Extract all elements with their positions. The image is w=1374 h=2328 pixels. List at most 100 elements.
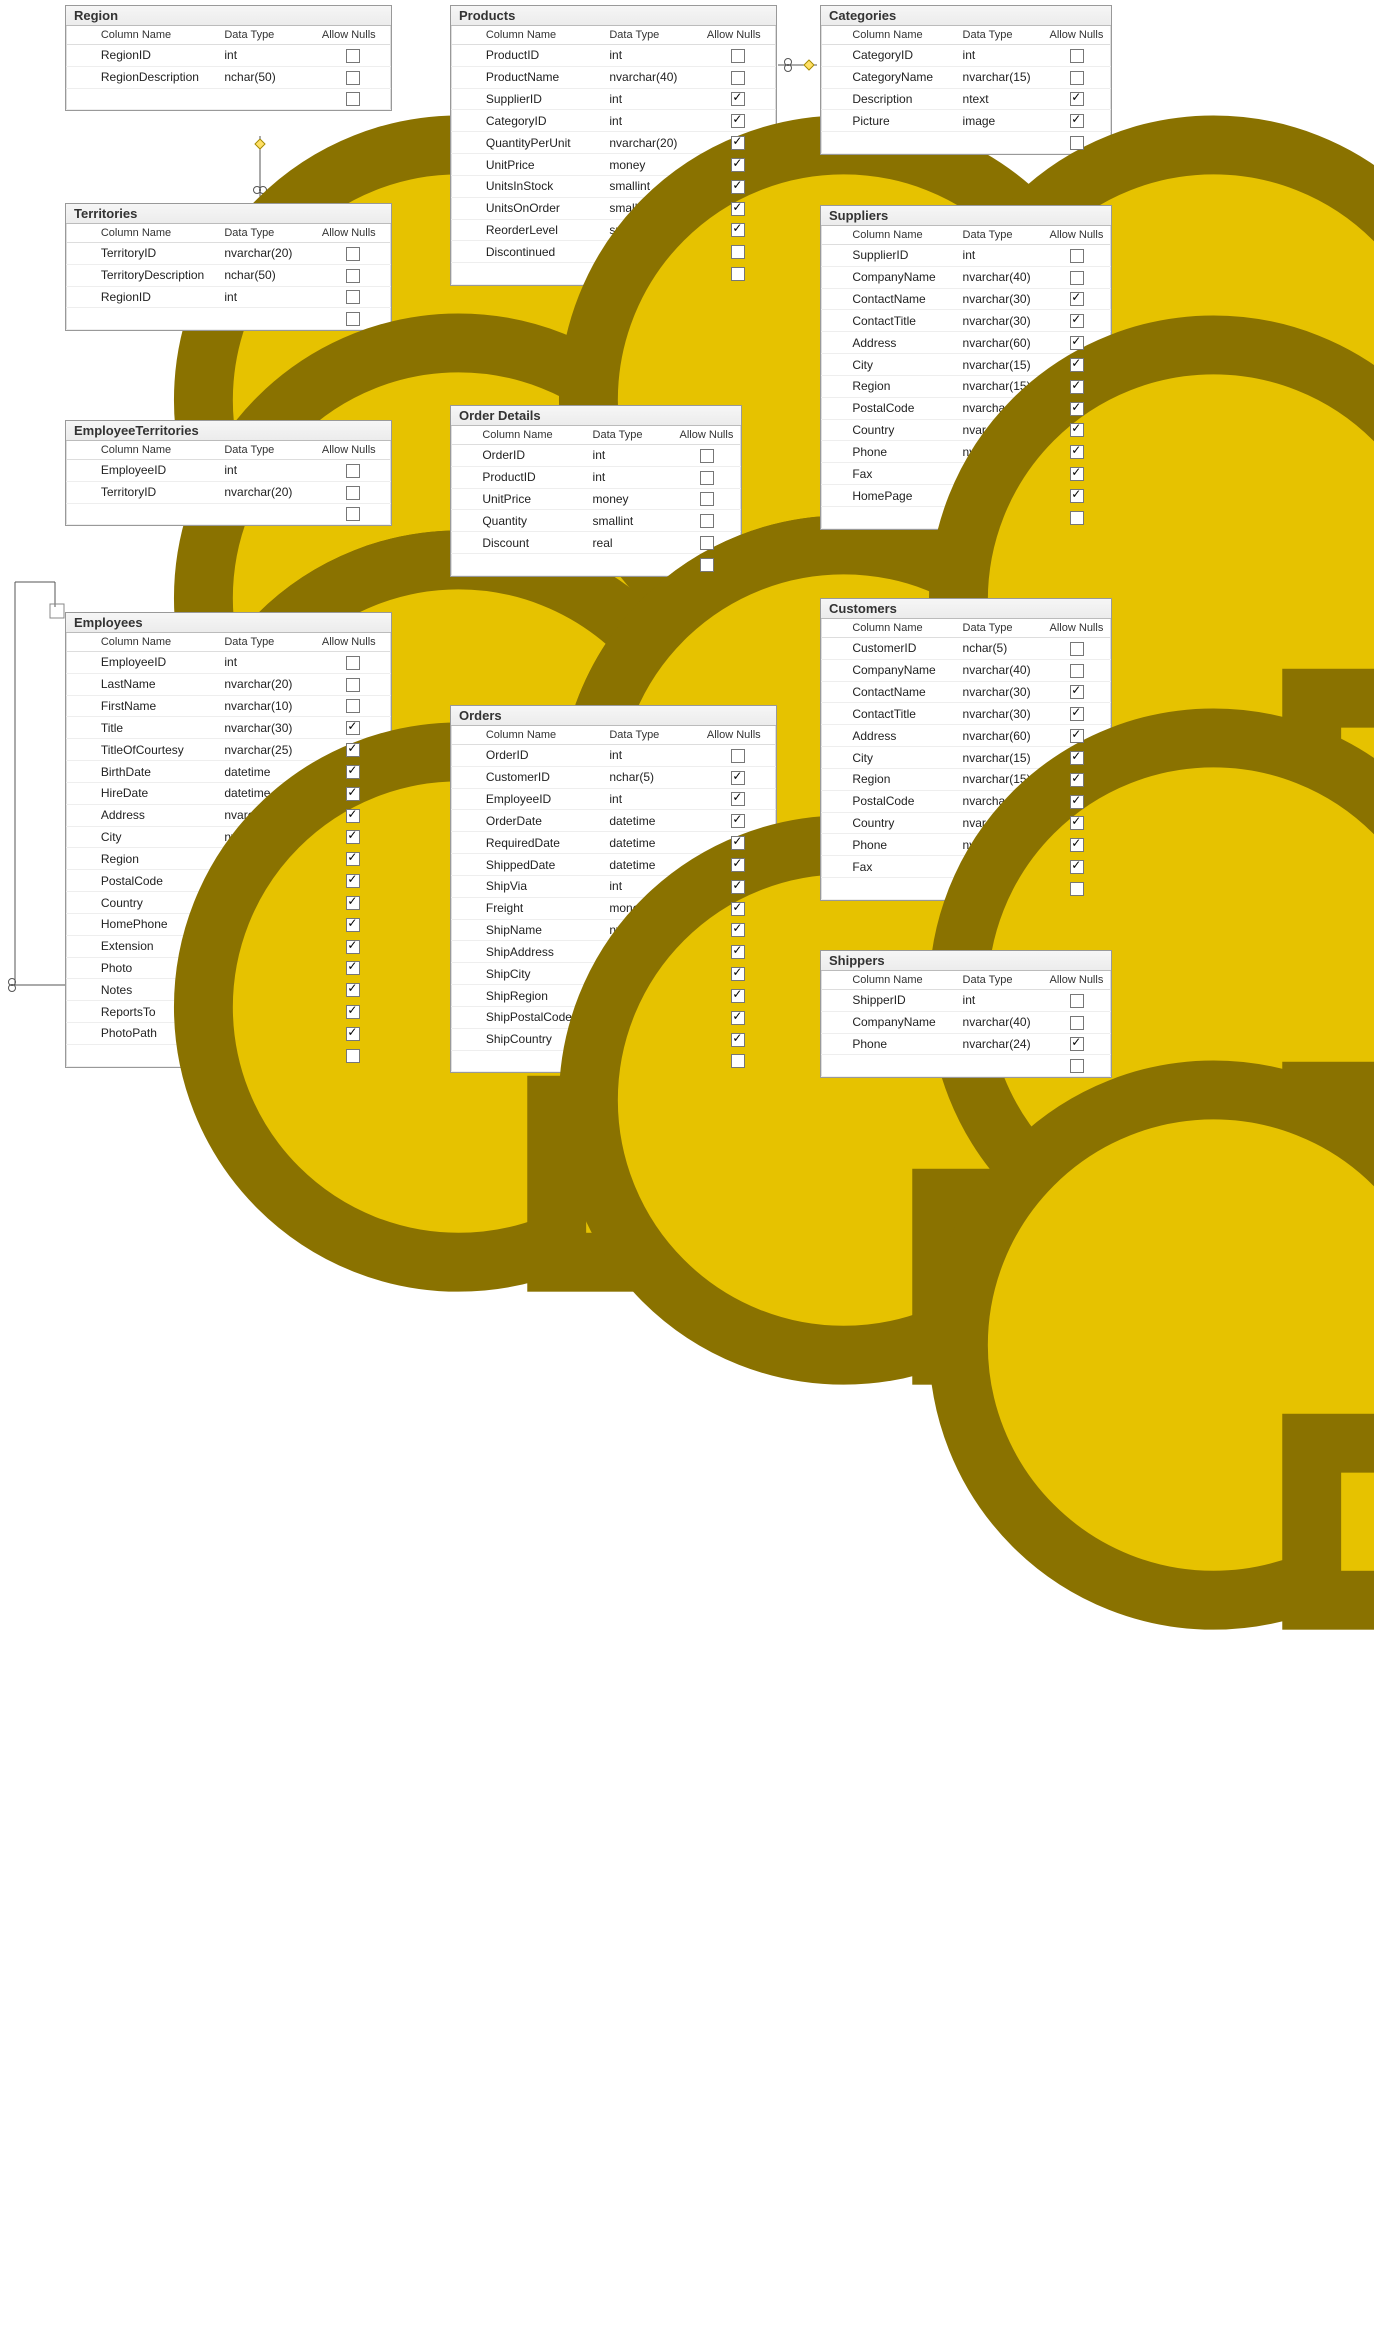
column-row[interactable]: ShipPostalCodenvarchar(10) — [451, 1006, 776, 1028]
data-type-cell[interactable]: nvarchar(15) — [957, 419, 1044, 441]
column-row[interactable]: OrderDatedatetime — [451, 810, 776, 832]
column-name-cell[interactable]: ShipCountry — [480, 1028, 604, 1050]
data-type-cell[interactable]: nvarchar(15) — [957, 768, 1044, 790]
allow-nulls-cell[interactable] — [316, 673, 391, 695]
allow-nulls-checkbox[interactable] — [1070, 292, 1084, 306]
column-row[interactable]: Regionnvarchar(15) — [821, 768, 1111, 790]
allow-nulls-checkbox[interactable] — [1070, 114, 1084, 128]
allow-nulls-cell[interactable] — [701, 854, 776, 876]
allow-nulls-checkbox[interactable] — [1070, 1037, 1084, 1051]
data-type-cell[interactable]: nvarchar(40) — [957, 1011, 1044, 1033]
allow-nulls-cell[interactable] — [701, 788, 776, 810]
column-row[interactable]: ProductNamenvarchar(40) — [451, 66, 776, 88]
allow-nulls-cell[interactable] — [316, 481, 391, 503]
allow-nulls-checkbox[interactable] — [346, 1049, 360, 1063]
allow-nulls-checkbox[interactable] — [1070, 882, 1084, 896]
column-row[interactable]: UnitsOnOrdersmallint — [451, 197, 776, 219]
allow-nulls-checkbox[interactable] — [346, 49, 360, 63]
column-row[interactable]: CategoryIDint — [451, 110, 776, 132]
column-row[interactable]: RegionIDint — [66, 286, 391, 308]
column-name-cell[interactable]: CategoryID — [846, 45, 956, 67]
allow-nulls-checkbox[interactable] — [1070, 467, 1084, 481]
allow-nulls-cell[interactable] — [316, 695, 391, 717]
column-row[interactable]: PostalCodenvarchar(10) — [821, 397, 1111, 419]
column-name-cell[interactable]: Country — [846, 812, 956, 834]
allow-nulls-checkbox[interactable] — [1070, 816, 1084, 830]
allow-nulls-checkbox[interactable] — [1070, 71, 1084, 85]
table-territories[interactable]: TerritoriesColumn NameData TypeAllow Nul… — [65, 203, 392, 331]
column-name-cell[interactable]: EmployeeID — [95, 460, 219, 482]
allow-nulls-cell[interactable] — [316, 848, 391, 870]
allow-nulls-checkbox[interactable] — [346, 507, 360, 521]
allow-nulls-checkbox[interactable] — [346, 656, 360, 670]
data-type-cell[interactable]: nvarchar(60) — [957, 332, 1044, 354]
data-type-cell[interactable]: int — [957, 45, 1044, 67]
data-type-cell[interactable]: nvarchar(20) — [603, 132, 701, 154]
allow-nulls-cell[interactable] — [1044, 375, 1111, 397]
table-title[interactable]: Territories — [66, 204, 391, 224]
allow-nulls-checkbox[interactable] — [1070, 729, 1084, 743]
data-type-cell[interactable]: int — [603, 45, 701, 67]
allow-nulls-cell[interactable] — [674, 488, 741, 510]
column-name-cell[interactable]: RegionDescription — [95, 66, 219, 88]
data-type-cell[interactable]: nvarchar(24) — [957, 1033, 1044, 1055]
column-name-cell[interactable]: HomePage — [846, 485, 956, 507]
allow-nulls-cell[interactable] — [316, 66, 391, 88]
allow-nulls-checkbox[interactable] — [346, 940, 360, 954]
allow-nulls-checkbox[interactable] — [700, 558, 714, 572]
column-row[interactable]: Addressnvarchar(60) — [821, 725, 1111, 747]
column-name-cell[interactable]: City — [95, 826, 219, 848]
allow-nulls-checkbox[interactable] — [346, 290, 360, 304]
data-type-cell[interactable]: datetime — [603, 832, 701, 854]
column-name-cell[interactable]: CustomerID — [480, 766, 604, 788]
allow-nulls-cell[interactable] — [1044, 397, 1111, 419]
data-type-cell[interactable]: bit — [603, 241, 701, 263]
column-name-cell[interactable]: PostalCode — [95, 870, 219, 892]
allow-nulls-cell[interactable] — [316, 739, 391, 761]
empty-row[interactable] — [821, 132, 1111, 154]
column-row[interactable]: TerritoryDescriptionnchar(50) — [66, 264, 391, 286]
allow-nulls-cell[interactable] — [674, 466, 741, 488]
allow-nulls-checkbox[interactable] — [1070, 795, 1084, 809]
column-row[interactable]: Countrynvarchar(15) — [821, 812, 1111, 834]
allow-nulls-checkbox[interactable] — [731, 267, 745, 281]
allow-nulls-cell[interactable] — [701, 897, 776, 919]
column-name-cell[interactable]: City — [846, 747, 956, 769]
column-row[interactable]: ReorderLevelsmallint — [451, 219, 776, 241]
column-row[interactable]: ContactTitlenvarchar(30) — [821, 310, 1111, 332]
allow-nulls-cell[interactable] — [316, 761, 391, 783]
column-row[interactable]: ShipRegionnvarchar(15) — [451, 985, 776, 1007]
allow-nulls-cell[interactable] — [316, 979, 391, 1001]
allow-nulls-checkbox[interactable] — [1070, 92, 1084, 106]
table-employees[interactable]: EmployeesColumn NameData TypeAllow Nulls… — [65, 612, 392, 1068]
allow-nulls-checkbox[interactable] — [1070, 336, 1084, 350]
allow-nulls-checkbox[interactable] — [346, 874, 360, 888]
allow-nulls-cell[interactable] — [701, 810, 776, 832]
data-type-cell[interactable]: nchar(5) — [957, 638, 1044, 660]
column-row[interactable]: ShipNamenvarchar(40) — [451, 919, 776, 941]
allow-nulls-cell[interactable] — [1044, 110, 1111, 132]
column-name-cell[interactable]: UnitsInStock — [480, 175, 604, 197]
column-row[interactable]: PhotoPathnvarchar(255) — [66, 1023, 391, 1045]
allow-nulls-cell[interactable] — [701, 154, 776, 176]
data-type-cell[interactable]: nchar(50) — [218, 66, 316, 88]
column-row[interactable]: Phonenvarchar(24) — [821, 441, 1111, 463]
data-type-cell[interactable]: int — [603, 875, 701, 897]
empty-row[interactable] — [66, 1044, 391, 1066]
table-employeeterritories[interactable]: EmployeeTerritoriesColumn NameData TypeA… — [65, 420, 392, 526]
column-row[interactable]: HomePhonenvarchar(24) — [66, 913, 391, 935]
column-name-cell[interactable]: UnitPrice — [476, 488, 586, 510]
data-type-cell[interactable]: money — [603, 897, 701, 919]
allow-nulls-cell[interactable] — [674, 532, 741, 554]
data-type-cell[interactable]: nvarchar(30) — [957, 310, 1044, 332]
allow-nulls-checkbox[interactable] — [731, 180, 745, 194]
allow-nulls-checkbox[interactable] — [1070, 664, 1084, 678]
column-name-cell[interactable]: PhotoPath — [95, 1023, 219, 1045]
empty-row[interactable] — [451, 554, 741, 576]
column-name-cell[interactable]: QuantityPerUnit — [480, 132, 604, 154]
data-type-cell[interactable]: nvarchar(10) — [218, 870, 316, 892]
allow-nulls-cell[interactable] — [1044, 463, 1111, 485]
allow-nulls-checkbox[interactable] — [346, 1005, 360, 1019]
column-row[interactable]: HomePagentext — [821, 485, 1111, 507]
data-type-cell[interactable]: nvarchar(24) — [957, 441, 1044, 463]
